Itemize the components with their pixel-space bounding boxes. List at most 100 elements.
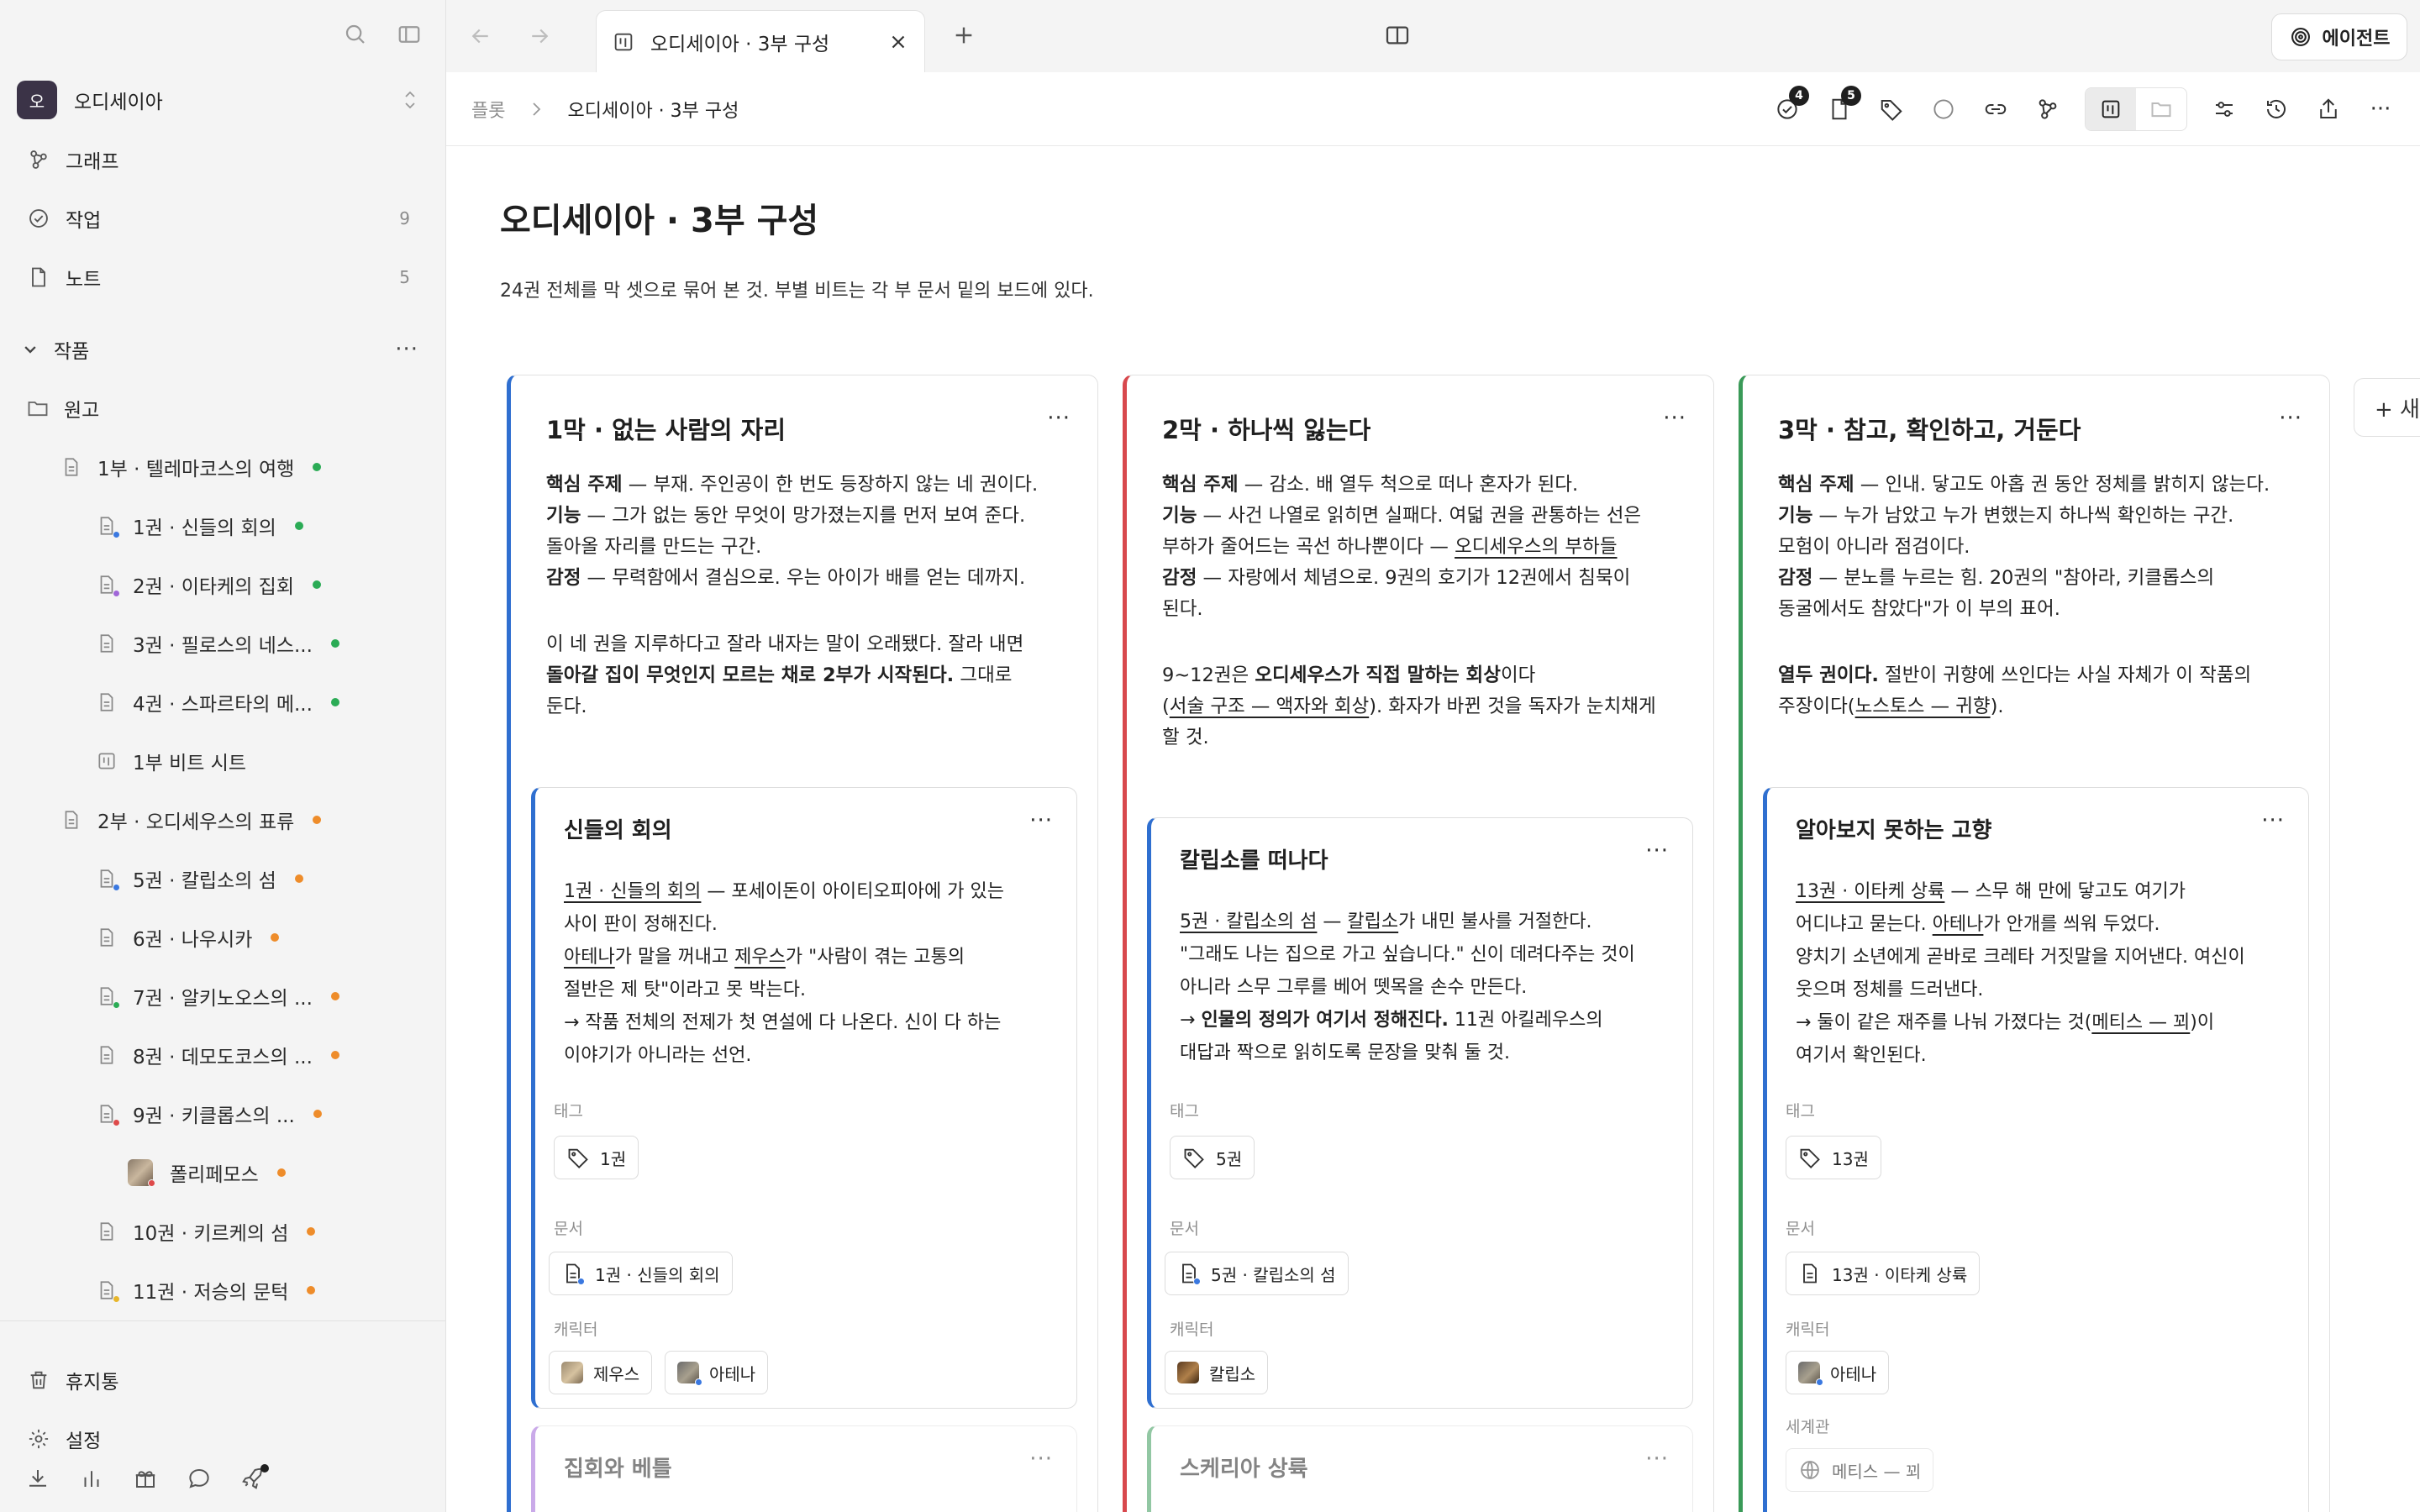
chevron-right-icon [529, 100, 544, 118]
column-more-icon[interactable]: ··· [1047, 406, 1071, 431]
tag-icon [1798, 1146, 1822, 1169]
tree-item[interactable]: 1권 · 신들의 회의 [94, 509, 303, 543]
tree-item[interactable]: 4권 · 스파르타의 메... [94, 685, 339, 719]
sidebar-toggle-icon[interactable] [397, 22, 422, 47]
nav-graph[interactable]: 그래프 [25, 143, 413, 176]
rocket-icon[interactable] [240, 1464, 269, 1491]
column-title: 2막 · 하나씩 잃는다 [1162, 416, 1371, 444]
document-icon [94, 1277, 120, 1304]
card-more-icon[interactable]: ··· [1029, 808, 1053, 833]
tasks-check-icon[interactable]: 4 [1772, 86, 1809, 124]
card-title: 알아보지 못하는 고향 [1796, 818, 1992, 843]
tree-item[interactable]: 8권 · 데모도코스의 ... [94, 1038, 339, 1072]
search-icon[interactable] [343, 22, 368, 47]
gift-icon[interactable] [133, 1466, 158, 1491]
document-icon [59, 806, 84, 833]
card-more-icon[interactable]: ··· [1645, 838, 1669, 864]
tree-item[interactable]: 3권 · 필로스의 네스... [94, 627, 339, 660]
board-view-icon[interactable] [2086, 88, 2136, 130]
tree-item[interactable]: 1부 비트 시트 [94, 744, 246, 778]
character-label: 캐릭터 [1170, 1320, 1214, 1339]
board-column-act1[interactable]: 1막 · 없는 사람의 자리 ··· 핵심 주제 — 부재. 주인공이 한 번도… [507, 375, 1098, 1512]
tag-chip[interactable]: 1권 [554, 1136, 639, 1179]
nav-count: 5 [399, 267, 410, 287]
nav-notes[interactable]: 노트 5 [25, 260, 413, 294]
character-chip[interactable]: 아테나 [665, 1351, 769, 1394]
character-chip[interactable]: 제우스 [549, 1351, 653, 1394]
beat-card[interactable]: 칼립소를 떠나다 ··· 5권 · 칼립소의 섬 — 칼립소가 내민 불사를 거… [1147, 817, 1693, 1409]
breadcrumb-root[interactable]: 플롯 [471, 96, 505, 123]
tag-chip[interactable]: 13권 [1786, 1136, 1881, 1179]
more-icon[interactable]: ··· [2365, 94, 2396, 124]
tree-item[interactable]: 10권 · 키르케의 섬 [94, 1215, 316, 1248]
board-column-act3[interactable]: 3막 · 참고, 확인하고, 거둔다 ··· 핵심 주제 — 인내. 닿고도 아… [1739, 375, 2330, 1512]
close-icon[interactable] [887, 31, 909, 53]
graph-icon[interactable] [2033, 94, 2063, 124]
tree-item[interactable]: 6권 · 나우시카 [94, 921, 280, 954]
tree-folder-manuscript[interactable]: 원고 [25, 391, 99, 425]
folder-view-icon[interactable] [2136, 88, 2186, 130]
tree-item[interactable]: 9권 · 키클롭스의 ... [94, 1097, 322, 1131]
view-switcher [2085, 87, 2187, 131]
tree-label: 4권 · 스파르타의 메... [133, 694, 313, 716]
add-column-button[interactable]: + 새 [2354, 378, 2420, 437]
card-more-icon[interactable]: ··· [1029, 1446, 1053, 1472]
beat-card[interactable]: 알아보지 못하는 고향 ··· 13권 · 이타케 상륙 — 스무 해 만에 닿… [1763, 787, 2309, 1512]
doc-label: 문서 [1786, 1220, 1815, 1238]
nav-tasks[interactable]: 작업 9 [25, 202, 413, 235]
tree-item[interactable]: 11권 · 저승의 문턱 [94, 1273, 316, 1307]
column-more-icon[interactable]: ··· [1663, 406, 1686, 431]
world-chip[interactable]: 메티스 — 꾀 [1786, 1448, 1934, 1492]
tree-item[interactable]: 5권 · 칼립소의 섬 [94, 862, 303, 895]
column-more-icon[interactable]: ··· [2279, 406, 2302, 431]
tree-item[interactable]: 2권 · 이타케의 집회 [94, 568, 321, 601]
beat-card[interactable]: 신들의 회의 ··· 1권 · 신들의 회의 — 포세이돈이 아이티오피아에 가… [531, 787, 1077, 1409]
link-icon[interactable] [1981, 94, 2011, 124]
column-description: 핵심 주제 — 인내. 닿고도 아홉 권 동안 정체를 밝히지 않는다. 기능 … [1778, 474, 2270, 717]
doc-chip[interactable]: 1권 · 신들의 회의 [549, 1252, 733, 1295]
tag-chip[interactable]: 5권 [1170, 1136, 1255, 1179]
card-more-icon[interactable]: ··· [2261, 808, 2285, 833]
character-chip[interactable]: 칼립소 [1165, 1351, 1269, 1394]
doc-label: 문서 [554, 1220, 583, 1238]
card-more-icon[interactable]: ··· [1645, 1446, 1669, 1472]
nav-settings[interactable]: 설정 [25, 1422, 413, 1456]
split-view-icon[interactable] [1384, 22, 1411, 49]
character-chip[interactable]: 아테나 [1786, 1351, 1890, 1394]
tag-icon[interactable] [1876, 94, 1907, 124]
nav-trash[interactable]: 휴지통 [25, 1363, 413, 1397]
stats-icon[interactable] [79, 1466, 104, 1491]
share-icon[interactable] [2313, 94, 2344, 124]
agent-button[interactable]: 에이전트 [2271, 13, 2407, 60]
workspace-switcher[interactable]: 오 오디세이아 [17, 81, 420, 119]
breadcrumb-current[interactable]: 오디세이아 · 3부 구성 [567, 96, 739, 123]
status-circle-icon[interactable] [1928, 94, 1959, 124]
tree-item[interactable]: 2부 · 오디세우스의 표류 [59, 803, 322, 837]
tree-item[interactable]: 1부 · 텔레마코스의 여행 [59, 450, 322, 484]
beat-card[interactable]: 스케리아 상륙 ··· [1147, 1425, 1693, 1512]
tree-label: 9권 · 키클롭스의 ... [133, 1105, 295, 1127]
section-more-icon[interactable]: ··· [395, 337, 418, 362]
section-works[interactable]: 작품 ··· [18, 333, 418, 366]
tree-item[interactable]: 폴리페모스 [128, 1156, 286, 1189]
section-label: 작품 [54, 341, 90, 363]
back-arrow-icon[interactable] [468, 24, 493, 49]
forward-arrow-icon[interactable] [527, 24, 552, 49]
sliders-icon[interactable] [2209, 94, 2239, 124]
doc-chip[interactable]: 13권 · 이타케 상륙 [1786, 1252, 1981, 1295]
tree-item[interactable]: 7권 · 알키노오스의 ... [94, 979, 339, 1013]
document-icon [94, 1042, 119, 1068]
board-column-act2[interactable]: 2막 · 하나씩 잃는다 ··· 핵심 주제 — 감소. 배 열두 척으로 떠나… [1123, 375, 1714, 1512]
document-icon [25, 264, 52, 291]
tasks-badge: 4 [1789, 86, 1809, 106]
download-icon[interactable] [25, 1466, 50, 1491]
tab-active[interactable]: 오디세이아 · 3부 구성 [596, 10, 925, 72]
notes-doc-icon[interactable]: 5 [1824, 86, 1861, 124]
history-icon[interactable] [2261, 94, 2291, 124]
tree-label: 6권 · 나우시카 [133, 929, 253, 951]
beat-card[interactable]: 집회와 베틀 ··· [531, 1425, 1077, 1512]
chat-icon[interactable] [187, 1466, 212, 1491]
new-tab-plus-icon[interactable] [950, 22, 977, 49]
doc-chip[interactable]: 5권 · 칼립소의 섬 [1165, 1252, 1349, 1295]
status-dot [307, 1227, 316, 1236]
